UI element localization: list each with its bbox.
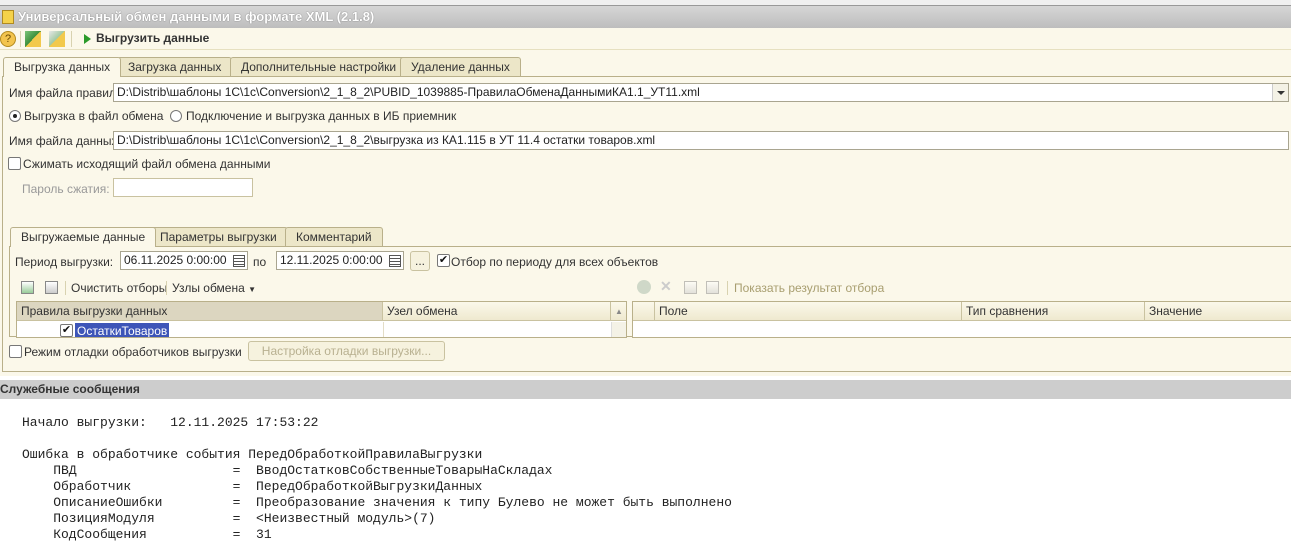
load-settings-icon[interactable]: [25, 31, 41, 47]
play-icon: [84, 34, 91, 44]
title-bar: Универсальный обмен данными в формате XM…: [0, 6, 1291, 28]
debug-settings-button[interactable]: Настройка отладки выгрузки...: [248, 341, 445, 361]
tab-delete-data[interactable]: Удаление данных: [400, 57, 521, 76]
toolbar-separator: [71, 31, 72, 47]
message-line: Начало выгрузки: 12.11.2025 17:53:22: [22, 415, 319, 430]
toolbar-separator: [20, 31, 21, 47]
filter-all-checkbox[interactable]: ✔: [437, 254, 450, 267]
check-all-filters-icon[interactable]: [684, 281, 697, 294]
dropdown-icon[interactable]: [1272, 84, 1288, 101]
period-to-label: по: [253, 255, 267, 269]
uncheck-all-icon[interactable]: [45, 281, 58, 294]
main-toolbar: ? Выгрузить данные: [0, 28, 1291, 50]
rules-file-input[interactable]: D:\Distrib\шаблоны 1С\1с\Conversion\2_1_…: [113, 83, 1289, 102]
toolbar-separator: [727, 281, 728, 295]
data-file-input[interactable]: D:\Distrib\шаблоны 1С\1с\Conversion\2_1_…: [113, 131, 1289, 150]
toolbar-separator: [166, 281, 167, 295]
clear-filters-button[interactable]: Очистить отборы: [71, 281, 167, 295]
rules-table: Правила выгрузки данных Узел обмена ▲ ✔ …: [16, 301, 627, 338]
table-row[interactable]: ✔ ОстаткиТоваров: [17, 322, 611, 338]
radio-export-to-file[interactable]: [9, 110, 21, 122]
message-line: Обработчик = ПередОбработкойВыгрузкиДанн…: [22, 479, 483, 494]
save-settings-icon[interactable]: [49, 31, 65, 47]
app-icon: [2, 10, 14, 24]
period-from-value: 06.11.2025 0:00:00: [124, 253, 227, 267]
column-header-node[interactable]: Узел обмена: [383, 302, 611, 321]
data-file-label: Имя файла данных:: [9, 134, 121, 148]
column-header-rules[interactable]: Правила выгрузки данных: [17, 302, 383, 321]
message-line: ОписаниеОшибки = Преобразование значения…: [22, 495, 732, 510]
toolbar-separator: [65, 281, 66, 295]
period-from-input[interactable]: 06.11.2025 0:00:00: [120, 251, 248, 270]
exchange-nodes-menu[interactable]: Узлы обмена ▼: [172, 281, 256, 295]
add-icon[interactable]: [637, 280, 651, 294]
rule-name: ОстаткиТоваров: [75, 323, 170, 338]
column-divider: [383, 322, 384, 337]
show-filter-result-button[interactable]: Показать результат отбора: [734, 281, 884, 295]
period-select-button[interactable]: ...: [410, 251, 430, 271]
tab-export[interactable]: Выгрузка данных: [3, 57, 122, 77]
scrollbar[interactable]: [611, 322, 626, 337]
period-to-input[interactable]: 12.11.2025 0:00:00: [276, 251, 404, 270]
window-title: Универсальный обмен данными в формате XM…: [18, 9, 375, 24]
tab-export-params[interactable]: Параметры выгрузки: [149, 227, 288, 246]
filter-table: Поле Тип сравнения Значение: [632, 301, 1291, 338]
help-icon[interactable]: ?: [0, 31, 16, 47]
run-export-label: Выгрузить данные: [96, 31, 210, 45]
compress-checkbox[interactable]: [8, 157, 21, 170]
messages-panel: Начало выгрузки: 12.11.2025 17:53:22 Оши…: [0, 399, 1291, 556]
uncheck-all-filters-icon[interactable]: [706, 281, 719, 294]
tab-additional-settings[interactable]: Дополнительные настройки: [230, 57, 408, 76]
password-label: Пароль сжатия:: [22, 182, 110, 196]
tab-comment[interactable]: Комментарий: [285, 227, 383, 246]
calendar-icon[interactable]: [233, 255, 245, 267]
chevron-down-icon: ▼: [248, 285, 257, 294]
check-all-icon[interactable]: [21, 281, 34, 294]
period-label: Период выгрузки:: [15, 255, 114, 269]
message-line: ПВД = ВводОстатковСобственныеТоварыНаСкл…: [22, 463, 553, 478]
message-line: ПозицияМодуля = <Неизвестный модуль>(7): [22, 511, 436, 526]
column-header-field[interactable]: Поле: [655, 302, 962, 321]
delete-icon[interactable]: ✕: [660, 278, 672, 295]
scroll-up-icon[interactable]: ▲: [611, 302, 626, 321]
debug-mode-checkbox[interactable]: [9, 345, 22, 358]
row-checkbox[interactable]: ✔: [60, 324, 73, 337]
tab-exported-data[interactable]: Выгружаемые данные: [10, 227, 157, 247]
rules-file-value: D:\Distrib\шаблоны 1С\1с\Conversion\2_1_…: [117, 85, 700, 99]
rules-file-label: Имя файла правил:: [9, 86, 120, 100]
message-line: КодСообщения = 31: [22, 527, 272, 542]
column-header-comparison[interactable]: Тип сравнения: [962, 302, 1145, 321]
password-input[interactable]: [113, 178, 253, 197]
data-exchange-window: Универсальный обмен данными в формате XM…: [0, 0, 1291, 376]
radio-export-to-ib[interactable]: [170, 110, 182, 122]
radio-export-to-ib-label: Подключение и выгрузка данных в ИБ прием…: [186, 109, 457, 123]
message-line: Ошибка в обработчике события ПередОбрабо…: [22, 447, 483, 462]
radio-export-to-file-label: Выгрузка в файл обмена: [24, 109, 164, 123]
calendar-icon[interactable]: [389, 255, 401, 267]
messages-header: Служебные сообщения: [0, 380, 1291, 399]
tab-import[interactable]: Загрузка данных: [117, 57, 233, 76]
debug-mode-label: Режим отладки обработчиков выгрузки: [24, 345, 242, 359]
period-to-value: 12.11.2025 0:00:00: [280, 253, 383, 267]
filter-all-label: Отбор по периоду для всех объектов: [451, 255, 659, 269]
exchange-nodes-label: Узлы обмена: [172, 281, 245, 295]
compress-label: Сжимать исходящий файл обмена данными: [23, 157, 271, 171]
column-header-flag: [633, 302, 655, 321]
column-header-value[interactable]: Значение: [1145, 302, 1291, 321]
